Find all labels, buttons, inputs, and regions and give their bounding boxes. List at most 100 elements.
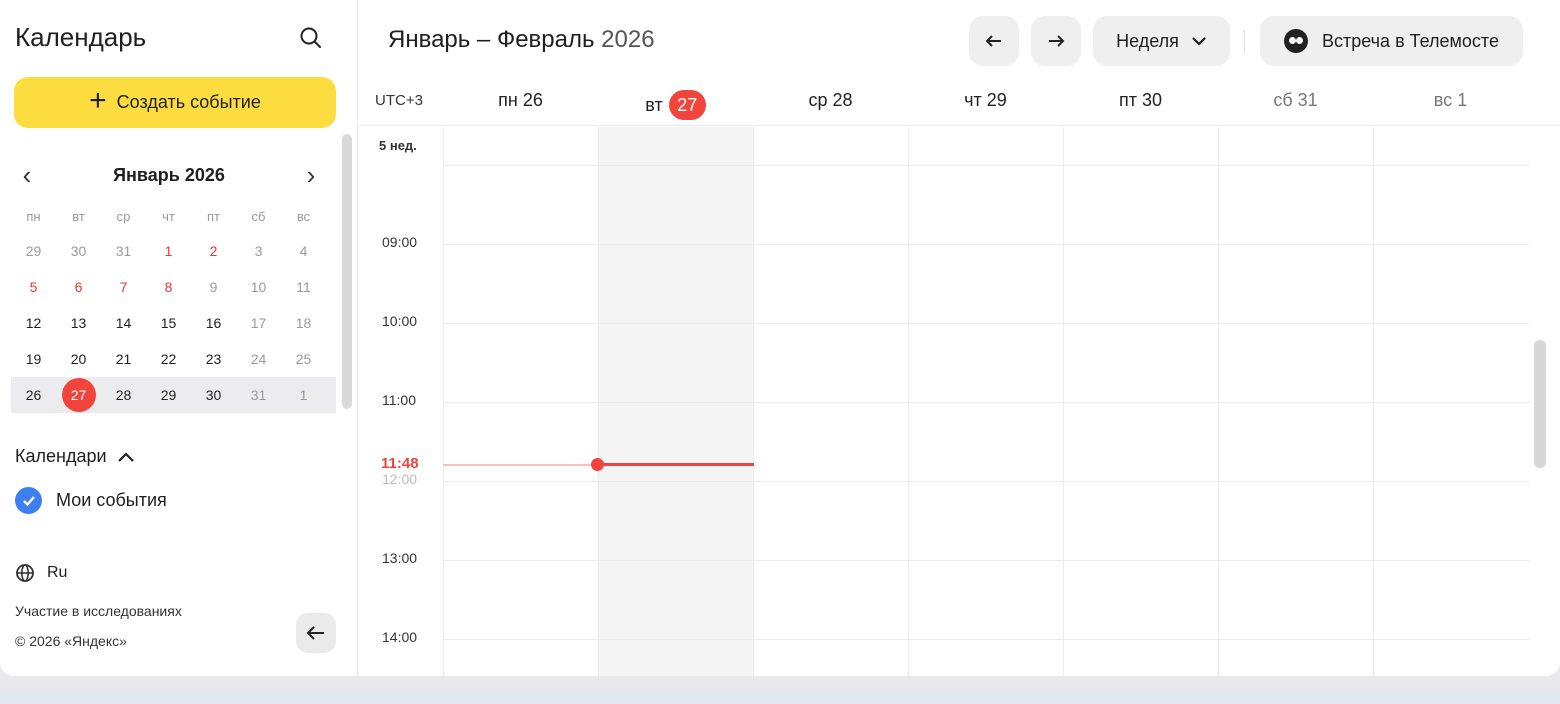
day-header-sun[interactable]: вс 1 [1373,90,1528,111]
mini-day[interactable]: 21 [101,351,146,367]
mini-day[interactable]: 31 [236,387,281,403]
day-weekday: пт [1118,90,1137,110]
app-title: Календарь [15,22,147,52]
mini-day[interactable]: 10 [236,279,281,295]
mini-day[interactable]: 25 [281,351,326,367]
search-button[interactable] [297,24,325,52]
mini-day[interactable]: 29 [11,243,56,259]
hour-line [443,560,1530,561]
day-header-fri[interactable]: пт 30 [1063,90,1218,111]
mini-day[interactable]: 31 [101,243,146,259]
language-label: Ru [47,564,68,581]
hour-line [443,639,1530,640]
mini-day[interactable]: 4 [281,243,326,259]
telemost-label: Встреча в Телемосте [1322,30,1499,51]
mini-next-month-button[interactable]: › [298,162,324,188]
day-header-thu[interactable]: чт 29 [908,90,1063,111]
day-header-mon[interactable]: пн 26 [443,90,598,111]
mini-day[interactable]: 15 [146,315,191,331]
mini-weekday: пт [207,209,220,224]
day-header-wed[interactable]: ср 28 [753,90,908,111]
calendars-label: Календари [15,446,107,466]
mini-day-today[interactable]: 27 [56,378,101,412]
day-weekday: пн [498,90,518,110]
hour-line [443,402,1530,403]
mini-week-row: 29 30 31 1 2 3 4 [11,233,336,269]
mini-week-row: 5 6 7 8 9 10 11 [11,269,336,305]
next-week-button[interactable] [1031,16,1081,66]
view-select-button[interactable]: Неделя [1093,16,1230,66]
day-number: 26 [522,90,543,110]
timezone-label[interactable]: UTC+3 [375,92,423,109]
mini-calendar: пн вт ср чт пт сб вс 29 30 31 1 2 3 4 5 … [11,200,336,413]
mini-day[interactable]: 3 [236,243,281,259]
week-number-label: 5 нед. [379,138,417,153]
hour-label: 11:00 [382,392,416,408]
calendars-section-toggle[interactable]: Календари [15,446,135,467]
sidebar-scrollbar[interactable] [342,134,352,409]
chevron-down-icon [1192,37,1206,46]
mini-day[interactable]: 11 [281,279,326,295]
check-icon [22,495,35,506]
mini-calendar-header: ‹ Январь 2026 › [14,160,334,190]
mini-month-title: Январь 2026 [113,165,225,185]
period-year: 2026 [601,26,655,53]
mini-day[interactable]: 1 [281,387,326,403]
mini-day[interactable]: 28 [101,387,146,403]
mini-week-row: 12 13 14 15 16 17 18 [11,305,336,341]
day-number: 31 [1297,90,1318,110]
telemost-meeting-button[interactable]: Встреча в Телемосте [1260,16,1523,66]
mini-day[interactable]: 18 [281,315,326,331]
mini-day[interactable]: 6 [56,279,101,295]
mini-day[interactable]: 30 [56,243,101,259]
mini-day[interactable]: 26 [11,387,56,403]
mini-day[interactable]: 14 [101,315,146,331]
today-badge: 27 [668,90,706,120]
day-header-sat[interactable]: сб 31 [1218,90,1373,111]
mini-day[interactable]: 20 [56,351,101,367]
grid-scrollbar[interactable] [1534,340,1546,468]
day-number: 29 [986,90,1007,110]
current-time-past-line [443,464,598,466]
mini-day[interactable]: 23 [191,351,236,367]
language-switcher[interactable]: Ru [15,563,67,583]
chevron-up-icon [117,451,134,462]
mini-day[interactable]: 1 [146,243,191,259]
mini-day[interactable]: 13 [56,315,101,331]
day-weekday: ср [808,90,828,110]
mini-day[interactable]: 29 [146,387,191,403]
mini-day[interactable]: 17 [236,315,281,331]
mini-day[interactable]: 7 [101,279,146,295]
arrow-left-icon [985,35,1001,47]
sidebar: Календарь + Создать событие ‹ Январь 202… [0,0,358,676]
hour-label: 13:00 [382,550,418,566]
mini-day[interactable]: 9 [191,279,236,295]
mini-weekday: вс [296,209,311,224]
mini-day[interactable]: 22 [146,351,191,367]
prev-week-button[interactable] [969,16,1019,66]
mini-day[interactable]: 19 [11,351,56,367]
mini-weekday: ср [116,209,131,224]
period-months: Январь – Февраль [388,26,595,53]
week-header: UTC+3 пн 26 вт 27 ср 28 чт 29 пт 30 сб 31… [358,78,1560,126]
current-time-line [598,463,754,466]
my-events-checkbox[interactable] [15,487,42,514]
hour-line [443,323,1530,324]
hour-label: 14:00 [382,629,418,645]
hour-line [443,244,1530,245]
hour-line [443,481,1530,482]
mini-day[interactable]: 30 [191,387,236,403]
create-event-button[interactable]: + Создать событие [14,77,336,128]
mini-day[interactable]: 16 [191,315,236,331]
day-header-tue[interactable]: вт 27 [598,90,753,120]
mini-week-row: 19 20 21 22 23 24 25 [11,341,336,377]
research-link[interactable]: Участие в исследованиях [15,603,182,619]
mini-day[interactable]: 5 [11,279,56,295]
mini-current-week-row: 26 27 28 29 30 31 1 [11,377,336,413]
mini-day[interactable]: 24 [236,351,281,367]
collapse-sidebar-button[interactable] [296,613,336,653]
my-events-item: Мои события [15,487,167,514]
mini-day[interactable]: 12 [11,315,56,331]
mini-day[interactable]: 8 [146,279,191,295]
mini-day[interactable]: 2 [191,243,236,259]
